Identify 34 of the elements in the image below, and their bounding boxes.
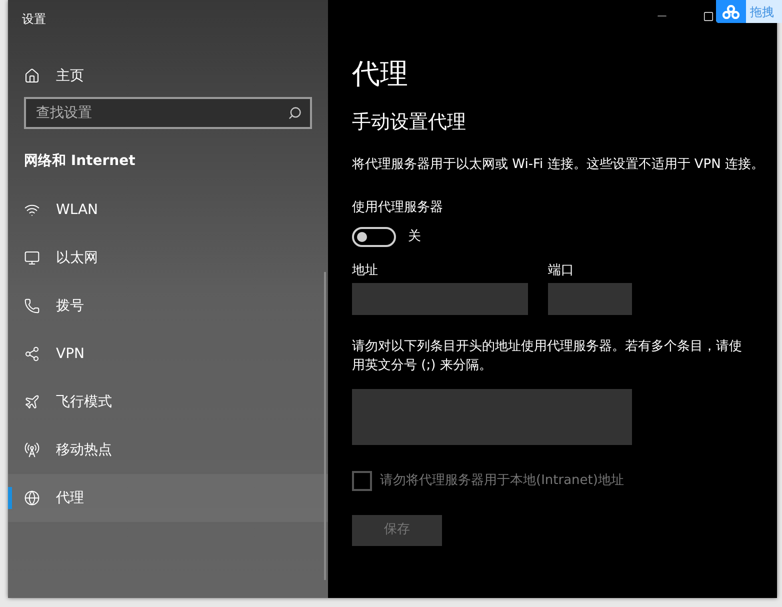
cloud-icon <box>722 4 740 18</box>
nav-item[interactable]: 以太网 <box>8 234 328 282</box>
nav-item[interactable]: WLAN <box>8 186 328 234</box>
search-icon <box>288 106 302 120</box>
address-label: 地址 <box>352 262 378 280</box>
nav-item[interactable]: 移动热点 <box>8 426 328 474</box>
section-heading: 网络和 Internet <box>24 152 136 171</box>
nav-item[interactable]: VPN <box>8 330 328 378</box>
section-title: 手动设置代理 <box>352 110 466 135</box>
port-label: 端口 <box>548 262 574 280</box>
globe-icon <box>24 490 40 506</box>
search-field[interactable]: 查找设置 <box>24 97 312 129</box>
exceptions-text: 请勿对以下列条目开头的地址使用代理服务器。若有多个条目，请使用英文分号 (;) 来分隔。 <box>352 338 743 374</box>
toggle-switch[interactable] <box>352 227 396 247</box>
address-field[interactable] <box>352 282 528 314</box>
monitor-icon <box>24 250 40 266</box>
window-title: 设置 <box>22 11 46 28</box>
toggle-label: 使用代理服务器 <box>352 198 443 216</box>
checkbox-label: 请勿将代理服务器用于本地(Intranet)地址 <box>380 472 624 490</box>
nav-item[interactable]: 飞行模式 <box>8 378 328 426</box>
network-icon <box>24 346 40 362</box>
home-icon <box>24 68 40 84</box>
toggle-state: 关 <box>408 228 421 246</box>
phone-icon <box>24 298 40 314</box>
nav-item[interactable]: 代理 <box>8 474 328 522</box>
page-title: 代理 <box>352 56 408 92</box>
maximize-icon[interactable] <box>703 10 714 22</box>
nav-item[interactable]: 拨号 <box>8 282 328 330</box>
description-text: 将代理服务器用于以太网或 Wi-Fi 连接。这些设置不适用于 VPN 连接。 <box>352 156 766 174</box>
port-field[interactable] <box>548 282 632 314</box>
antenna-icon <box>24 442 40 458</box>
airplane-icon <box>24 394 40 410</box>
home-link[interactable]: 主页 <box>56 66 84 86</box>
exceptions-field[interactable] <box>352 388 632 444</box>
